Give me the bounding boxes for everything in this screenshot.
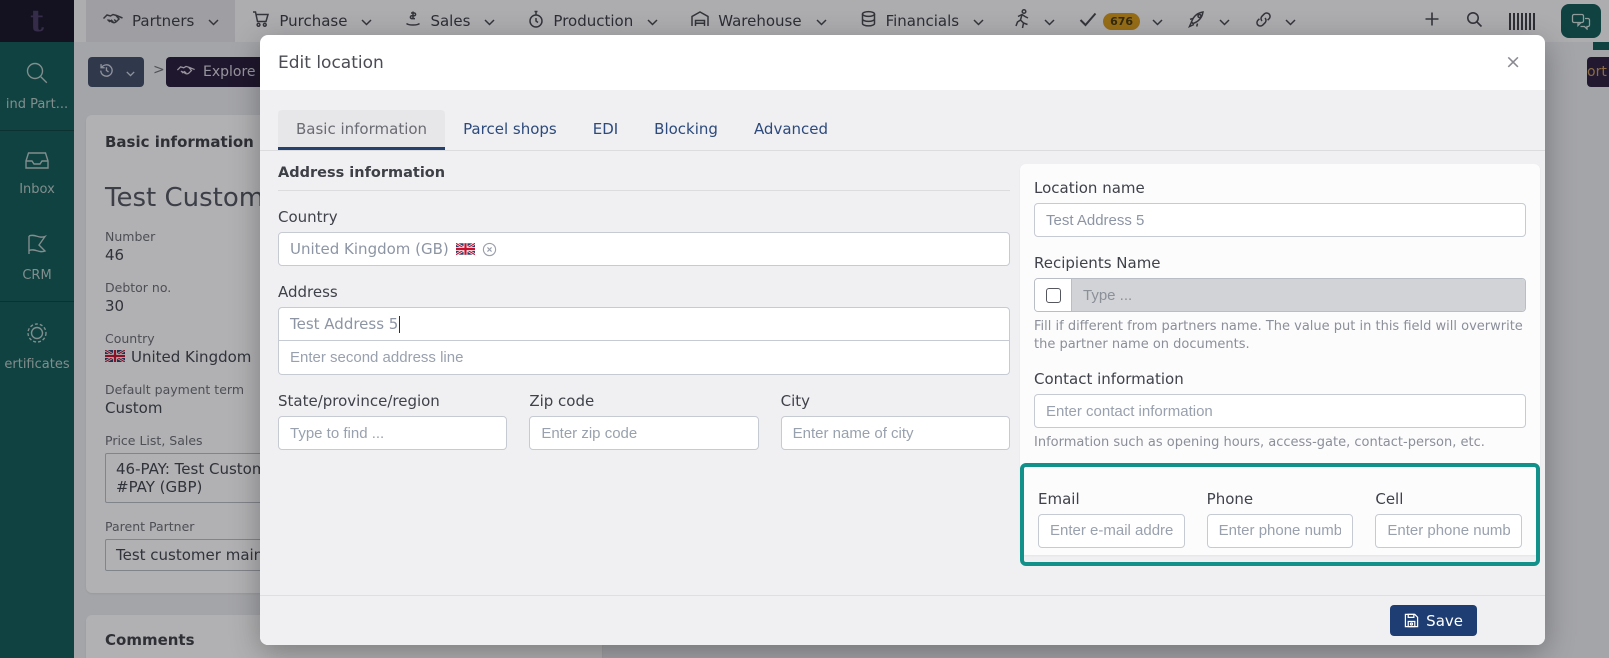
tab-blocking[interactable]: Blocking [636,110,736,150]
modal-title: Edit location [278,52,384,73]
cell-label: Cell [1375,489,1404,508]
country-label: Country [278,208,338,226]
tab-advanced[interactable]: Advanced [736,110,846,150]
section-title: Address information [278,165,1010,191]
zip-label: Zip code [529,392,595,410]
address-column: Address information Country United Kingd… [278,165,1010,450]
address-line2-input[interactable] [278,341,1010,375]
country-field[interactable]: United Kingdom (GB) [278,232,1010,266]
address-line1-input[interactable]: Test Address 5 [278,307,1010,341]
modal-body: Basic information Parcel shops EDI Block… [260,90,1545,595]
city-label: City [780,392,811,410]
contact-input[interactable] [1034,394,1526,429]
phone-label: Phone [1206,489,1254,508]
clear-selection-icon[interactable] [482,242,497,257]
contact-label: Contact information [1034,370,1184,389]
city-input[interactable] [780,416,1010,450]
email-label: Email [1038,489,1080,508]
recipients-group [1034,278,1526,312]
screen: t Partners Purchase Sales Production War… [0,0,1609,658]
recipients-help: Fill if different from partners name. Th… [1034,319,1523,352]
contact-help: Information such as opening hours, acces… [1034,435,1485,451]
modal-footer: Save [260,595,1545,645]
edit-location-modal: Edit location × Basic information Parcel… [260,35,1545,645]
recipients-label: Recipients Name [1034,254,1161,272]
state-input[interactable] [278,416,508,450]
close-icon[interactable]: × [1499,49,1527,76]
modal-tabs: Basic information Parcel shops EDI Block… [260,90,1545,151]
zip-input[interactable] [529,416,759,450]
floppy-icon [1404,613,1419,628]
email-input[interactable] [1038,513,1185,548]
location-column: Location name Recipients Name Fill if di… [1020,164,1540,566]
recipients-input[interactable] [1072,279,1525,311]
address-group: Test Address 5 [278,307,1010,375]
recipients-checkbox-cell[interactable] [1035,279,1072,311]
cell-input[interactable] [1375,513,1523,548]
tab-basic-information[interactable]: Basic information [278,110,446,150]
tab-edi[interactable]: EDI [575,110,636,150]
contact-highlight-box: Email Phone Cell [1020,462,1540,566]
location-name-input[interactable] [1034,203,1526,237]
region-row: State/province/region Zip code City [278,375,1010,450]
phone-input[interactable] [1206,513,1354,548]
modal-header: Edit location × [260,35,1545,90]
tab-parcel-shops[interactable]: Parcel shops [445,110,575,150]
state-label: State/province/region [278,392,440,410]
save-button[interactable]: Save [1390,605,1477,636]
uk-flag-icon [455,243,475,255]
location-name-label: Location name [1034,179,1145,197]
address-label: Address [278,283,338,301]
text-cursor [399,315,401,333]
checkbox[interactable] [1045,287,1061,303]
